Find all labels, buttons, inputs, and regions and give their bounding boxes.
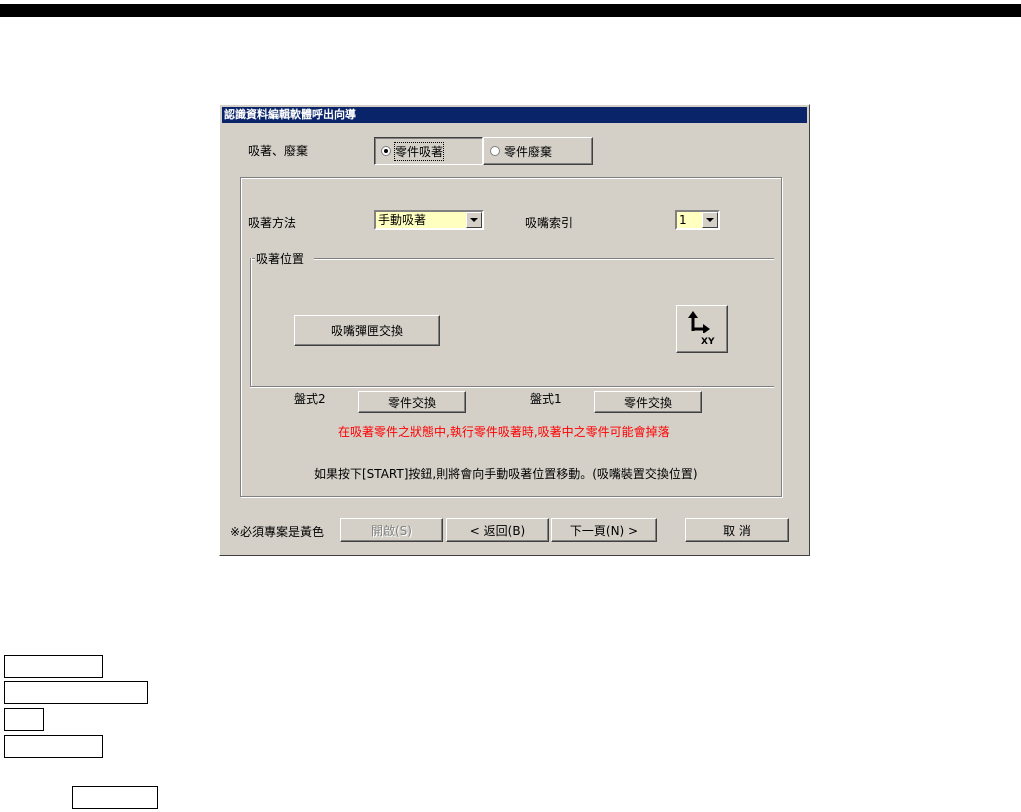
chevron-down-icon[interactable] [702, 212, 718, 228]
radio-selected-icon [381, 146, 391, 156]
chevron-down-icon[interactable] [466, 212, 482, 228]
pick-method-label: 吸著方法 [248, 216, 297, 230]
group-left-edge [250, 258, 252, 386]
tray1-label: 盤式1 [530, 392, 562, 406]
empty-box [4, 735, 103, 758]
discard-option-button[interactable]: 零件廢棄 [483, 137, 593, 165]
tray1-parts-swap-button[interactable]: 零件交換 [594, 391, 702, 413]
nozzle-magazine-swap-button[interactable]: 吸嘴彈匣交換 [294, 315, 440, 346]
nozzle-index-value: 1 [677, 212, 702, 228]
empty-box [4, 708, 44, 731]
nozzle-index-label: 吸嘴索引 [525, 216, 574, 230]
cancel-button[interactable]: 取 消 [685, 518, 789, 542]
xy-axis-icon [688, 311, 710, 333]
pick-position-label: 吸著位置 [256, 252, 305, 266]
empty-box [72, 786, 158, 809]
xy-move-button[interactable]: XY [676, 305, 728, 353]
radio-unselected-icon [490, 146, 500, 156]
wizard-dialog: 認識資料編輯軟體呼出向導 吸著、廢棄 零件吸著 零件廢棄 吸著方法 手動吸著 吸… [219, 104, 810, 556]
tray2-label: 盤式2 [294, 392, 326, 406]
tray2-parts-swap-button[interactable]: 零件交換 [358, 391, 466, 413]
nozzle-index-select[interactable]: 1 [675, 210, 720, 230]
pick-option-button[interactable]: 零件吸著 [374, 137, 483, 165]
open-button[interactable]: 開啟(S) [340, 518, 443, 542]
info-text: 如果按下[START]按鈕,則將會向手動吸著位置移動。(吸嘴裝置交換位置) [314, 467, 698, 481]
pick-discard-label: 吸著、廢棄 [248, 144, 309, 158]
back-button[interactable]: < 返回(B) [446, 518, 549, 542]
discard-option-label: 零件廢棄 [504, 144, 553, 159]
pick-method-select[interactable]: 手動吸著 [374, 210, 484, 230]
empty-box [4, 655, 103, 678]
warning-text: 在吸著零件之狀態中,執行零件吸著時,吸著中之零件可能會掉落 [338, 425, 670, 439]
dialog-title: 認識資料編輯軟體呼出向導 [222, 107, 807, 123]
xy-button-label: XY [701, 337, 715, 347]
next-button[interactable]: 下一頁(N) > [551, 518, 657, 542]
required-note: ※必須專案是黃色 [230, 525, 325, 539]
pick-method-value: 手動吸著 [376, 212, 466, 228]
group-line [314, 258, 774, 260]
pick-option-label: 零件吸著 [393, 141, 445, 161]
empty-box [4, 681, 148, 704]
top-black-bar [0, 4, 1021, 17]
group-bottom-edge [250, 386, 774, 388]
